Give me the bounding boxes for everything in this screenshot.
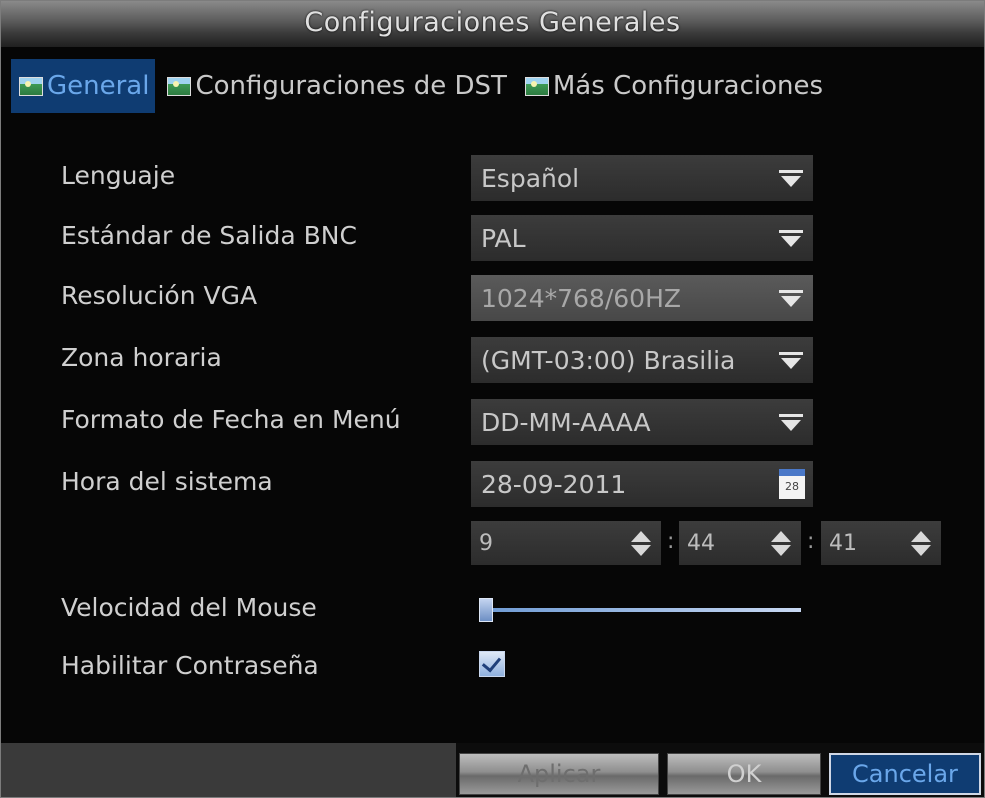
spin-arrows-icon[interactable]: [627, 528, 655, 558]
second-spinner[interactable]: 41: [821, 521, 941, 565]
tab-general[interactable]: General: [11, 59, 156, 113]
tab-more-settings[interactable]: Más Configuraciones: [517, 59, 829, 113]
landscape-icon: [524, 76, 549, 96]
tab-general-label: General: [47, 71, 150, 101]
date-format-label: Formato de Fecha en Menú: [61, 405, 401, 434]
mouse-speed-label: Velocidad del Mouse: [61, 593, 317, 622]
hour-value: 9: [479, 530, 493, 556]
spin-arrows-icon[interactable]: [767, 528, 795, 558]
vga-resolution-value: 1024*768/60HZ: [481, 283, 681, 313]
time-separator: :: [667, 529, 675, 554]
dropdown-arrow-icon: [777, 167, 805, 189]
system-time-label: Hora del sistema: [61, 467, 273, 496]
calendar-icon[interactable]: 28: [779, 469, 805, 499]
cancel-button[interactable]: Cancelar: [829, 753, 981, 795]
general-settings-dialog: Configuraciones Generales General Config…: [0, 0, 985, 798]
time-separator: :: [807, 529, 815, 554]
tab-bar: General Configuraciones de DST Más Confi…: [11, 59, 829, 113]
ok-button[interactable]: OK: [667, 753, 821, 795]
system-date-value: 28-09-2011: [481, 469, 627, 499]
enable-password-checkbox[interactable]: [479, 651, 505, 677]
system-date-field[interactable]: 28-09-2011 28: [471, 461, 813, 507]
tab-dst-settings-label: Configuraciones de DST: [195, 71, 507, 101]
hour-spinner[interactable]: 9: [471, 521, 661, 565]
slider-handle[interactable]: [479, 598, 493, 622]
landscape-icon: [167, 76, 192, 96]
mouse-speed-slider[interactable]: [479, 596, 801, 626]
enable-password-label: Habilitar Contraseña: [61, 651, 319, 680]
bnc-output-label: Estándar de Salida BNC: [61, 221, 357, 250]
date-format-value: DD-MM-AAAA: [481, 407, 651, 437]
dropdown-arrow-icon: [777, 227, 805, 249]
bnc-output-value: PAL: [481, 223, 526, 253]
vga-resolution-label: Resolución VGA: [61, 281, 258, 310]
language-label: Lenguaje: [61, 161, 176, 190]
tab-dst-settings[interactable]: Configuraciones de DST: [159, 59, 512, 113]
apply-button[interactable]: Aplicar: [459, 753, 659, 795]
date-format-dropdown[interactable]: DD-MM-AAAA: [471, 399, 813, 445]
spin-arrows-icon[interactable]: [907, 528, 935, 558]
time-zone-value: (GMT-03:00) Brasilia: [481, 345, 736, 375]
dropdown-arrow-icon: [777, 411, 805, 433]
vga-resolution-dropdown[interactable]: 1024*768/60HZ: [471, 275, 813, 321]
language-value: Español: [481, 163, 580, 193]
time-zone-dropdown[interactable]: (GMT-03:00) Brasilia: [471, 337, 813, 383]
second-value: 41: [829, 530, 857, 556]
bnc-output-dropdown[interactable]: PAL: [471, 215, 813, 261]
time-zone-label: Zona horaria: [61, 343, 222, 372]
minute-spinner[interactable]: 44: [679, 521, 801, 565]
language-dropdown[interactable]: Español: [471, 155, 813, 201]
landscape-icon: [19, 76, 43, 96]
dialog-title: Configuraciones Generales: [1, 1, 984, 47]
tab-more-settings-label: Más Configuraciones: [552, 71, 824, 101]
slider-track: [485, 608, 801, 612]
dropdown-arrow-icon: [777, 349, 805, 371]
minute-value: 44: [687, 530, 715, 556]
dropdown-arrow-icon: [777, 287, 805, 309]
button-bar-spacer: [1, 743, 456, 797]
